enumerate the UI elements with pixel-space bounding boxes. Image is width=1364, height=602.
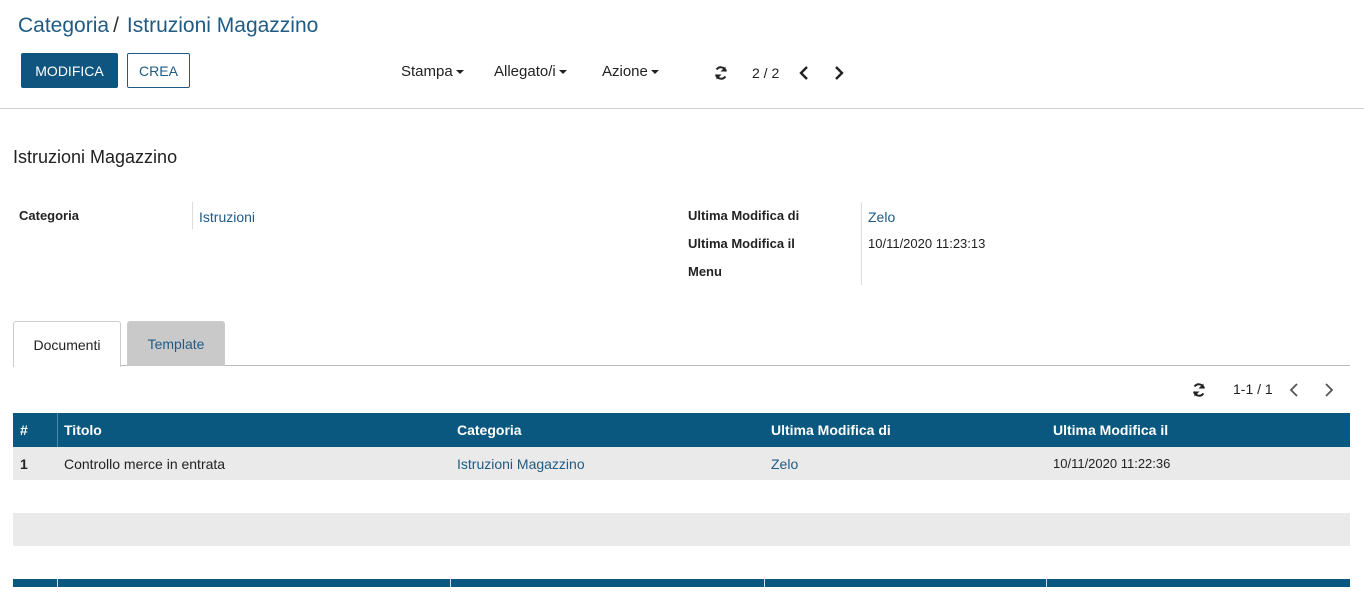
- last-modified-on-value: 10/11/2020 11:23:13: [868, 236, 986, 251]
- column-divider: [764, 579, 765, 587]
- attachments-dropdown[interactable]: Allegato/i: [494, 63, 567, 80]
- row-modified-on: 10/11/2020 11:22:36: [1053, 456, 1171, 471]
- documents-table: # Titolo Categoria Ultima Modifica di Ul…: [13, 413, 1350, 587]
- category-value-link[interactable]: Istruzioni: [199, 209, 255, 225]
- table-row[interactable]: 1 Controllo merce in entrata Istruzioni …: [13, 447, 1350, 480]
- field-divider: [192, 202, 193, 229]
- last-modified-by-link[interactable]: Zelo: [868, 209, 895, 225]
- column-header-modified-by[interactable]: Ultima Modifica di: [771, 422, 891, 438]
- print-dropdown[interactable]: Stampa: [401, 63, 464, 80]
- empty-table-row: [13, 480, 1350, 513]
- list-next-icon[interactable]: [1320, 380, 1338, 400]
- breadcrumb-separator: /: [113, 14, 119, 37]
- column-header-category[interactable]: Categoria: [457, 422, 522, 438]
- breadcrumb: Categoria / Istruzioni Magazzino: [18, 14, 318, 38]
- record-title: Istruzioni Magazzino: [13, 147, 178, 167]
- record-pager-value: 2 / 2: [752, 65, 780, 81]
- empty-table-row: [13, 513, 1350, 546]
- caret-down-icon: [455, 70, 464, 75]
- header-divider: [0, 108, 1364, 109]
- menu-label: Menu: [688, 264, 722, 279]
- action-dropdown-label: Azione: [602, 63, 648, 80]
- list-previous-icon[interactable]: [1285, 380, 1303, 400]
- last-modified-on-label: Ultima Modifica il: [688, 236, 795, 251]
- table-header: # Titolo Categoria Ultima Modifica di Ul…: [13, 413, 1350, 447]
- list-refresh-icon[interactable]: [1189, 380, 1209, 400]
- breadcrumb-current: Istruzioni Magazzino: [126, 14, 319, 37]
- caret-down-icon: [558, 70, 567, 75]
- tab-documents[interactable]: Documenti: [13, 321, 121, 367]
- next-record-icon[interactable]: [830, 63, 848, 83]
- edit-button[interactable]: MODIFICA: [21, 53, 118, 88]
- column-divider: [1046, 579, 1047, 587]
- attachments-dropdown-label: Allegato/i: [494, 63, 556, 80]
- previous-record-icon[interactable]: [795, 63, 813, 83]
- field-divider: [861, 202, 862, 285]
- column-header-title[interactable]: Titolo: [64, 422, 102, 438]
- list-pager-value: 1-1 / 1: [1233, 381, 1273, 397]
- category-label: Categoria: [19, 208, 79, 223]
- empty-table-row: [13, 546, 1350, 579]
- breadcrumb-parent-link[interactable]: Categoria: [18, 14, 109, 37]
- action-dropdown[interactable]: Azione: [602, 63, 659, 80]
- create-button[interactable]: CREA: [127, 53, 190, 88]
- tab-template[interactable]: Template: [127, 321, 225, 366]
- last-modified-by-label: Ultima Modifica di: [688, 208, 800, 223]
- table-footer: [13, 579, 1350, 587]
- row-modified-by-link[interactable]: Zelo: [771, 456, 798, 472]
- row-title: Controllo merce in entrata: [64, 456, 226, 472]
- column-divider: [450, 579, 451, 587]
- row-number: 1: [20, 456, 28, 472]
- print-dropdown-label: Stampa: [401, 63, 453, 80]
- column-divider: [57, 579, 58, 587]
- row-category-link[interactable]: Istruzioni Magazzino: [457, 456, 585, 472]
- caret-down-icon: [650, 70, 659, 75]
- column-header-number[interactable]: #: [20, 422, 28, 438]
- column-divider: [57, 413, 58, 447]
- refresh-icon[interactable]: [711, 63, 731, 83]
- column-header-modified-on[interactable]: Ultima Modifica il: [1053, 422, 1168, 438]
